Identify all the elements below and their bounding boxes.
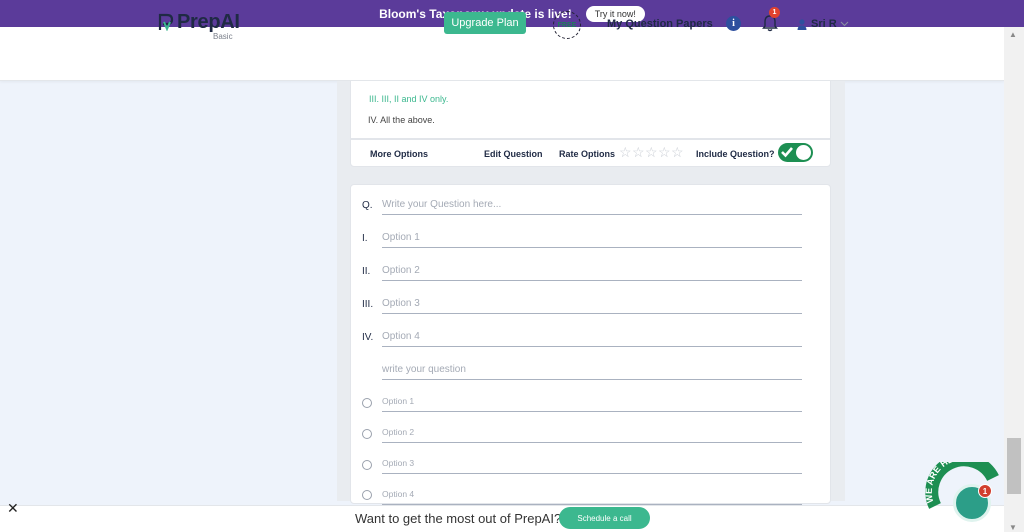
scrollbar-thumb[interactable] bbox=[1007, 438, 1021, 494]
question-label: Q. bbox=[362, 200, 373, 211]
option-2-input[interactable]: Option 2 bbox=[382, 263, 802, 281]
option-label: IV. bbox=[362, 332, 374, 343]
scroll-up-arrow-icon[interactable]: ▲ bbox=[1009, 30, 1017, 39]
include-question-label: Include Question? bbox=[696, 149, 775, 159]
check-icon bbox=[781, 147, 793, 158]
scroll-down-arrow-icon[interactable]: ▼ bbox=[1009, 523, 1017, 532]
option-text: IV. All the above. bbox=[368, 115, 435, 125]
rating-stars[interactable]: ☆ ☆ ☆ ☆ ☆ bbox=[619, 145, 684, 159]
star-icon[interactable]: ☆ bbox=[671, 145, 684, 159]
user-menu[interactable]: Sri R bbox=[797, 18, 853, 30]
option-radio[interactable] bbox=[362, 460, 372, 470]
option-radio[interactable] bbox=[362, 398, 372, 408]
option-correct: III. III, II and IV only. bbox=[369, 94, 449, 104]
radio-option-4-input[interactable]: Option 4 bbox=[382, 487, 802, 505]
prepai-logo-icon bbox=[158, 13, 174, 31]
chevron-down-icon bbox=[840, 21, 849, 27]
option-4-input[interactable]: Option 4 bbox=[382, 329, 802, 347]
schedule-call-button[interactable]: Schedule a call bbox=[559, 507, 650, 529]
cta-text: Want to get the most out of PrepAI? bbox=[355, 511, 562, 526]
question-input[interactable]: Write your Question here... bbox=[382, 197, 802, 215]
info-icon[interactable]: i bbox=[726, 16, 741, 31]
header bbox=[0, 27, 1004, 81]
toggle-knob bbox=[796, 145, 811, 160]
my-question-papers-link[interactable]: My Question Papers bbox=[607, 18, 713, 30]
option-radio[interactable] bbox=[362, 490, 372, 500]
rate-options-label: Rate Options bbox=[559, 149, 616, 159]
notification-badge: 1 bbox=[769, 7, 780, 18]
option-3-input[interactable]: Option 3 bbox=[382, 296, 802, 314]
star-icon[interactable]: ☆ bbox=[632, 145, 645, 159]
user-icon bbox=[797, 18, 807, 30]
chat-badge: 1 bbox=[978, 484, 992, 498]
radio-option-2-input[interactable]: Option 2 bbox=[382, 425, 802, 443]
plan-label: Basic bbox=[213, 32, 233, 41]
option-label: II. bbox=[362, 266, 371, 277]
edit-question-button[interactable]: Edit Question bbox=[484, 149, 543, 159]
close-icon[interactable]: ✕ bbox=[7, 500, 19, 517]
free-badge[interactable]: FREE bbox=[553, 11, 581, 39]
question-card bbox=[350, 81, 831, 139]
option-radio[interactable] bbox=[362, 429, 372, 439]
more-options-button[interactable]: More Options bbox=[370, 149, 428, 159]
option-label: I. bbox=[362, 233, 368, 244]
option-1-input[interactable]: Option 1 bbox=[382, 230, 802, 248]
star-icon[interactable]: ☆ bbox=[658, 145, 671, 159]
option-label: III. bbox=[362, 299, 374, 310]
radio-option-3-input[interactable]: Option 3 bbox=[382, 456, 802, 474]
star-icon[interactable]: ☆ bbox=[645, 145, 658, 159]
logo-text: PrepAI bbox=[177, 11, 240, 33]
radio-option-1-input[interactable]: Option 1 bbox=[382, 394, 802, 412]
second-question-input[interactable]: write your question bbox=[382, 362, 802, 380]
upgrade-plan-button[interactable]: Upgrade Plan bbox=[444, 12, 526, 34]
user-name: Sri R bbox=[811, 18, 837, 30]
logo[interactable]: PrepAI bbox=[158, 11, 240, 34]
star-icon[interactable]: ☆ bbox=[619, 145, 632, 159]
